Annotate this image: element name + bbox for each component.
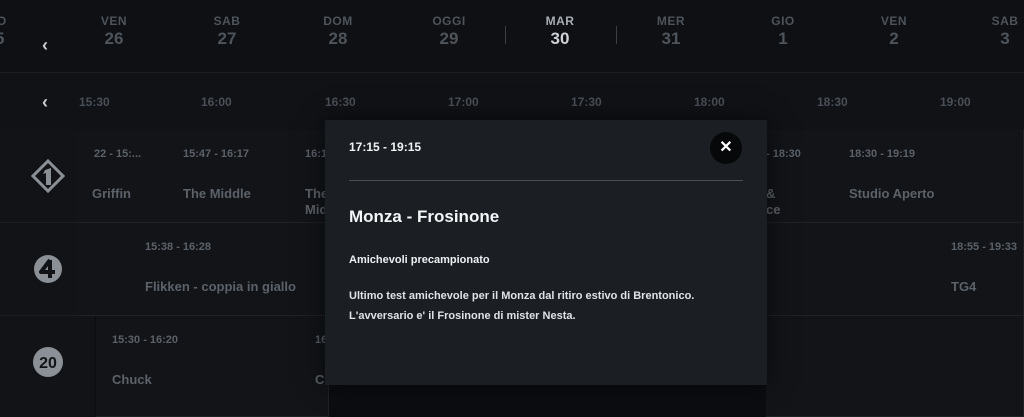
prev-time-arrow[interactable]: ‹ bbox=[42, 93, 48, 111]
program-title: Griffin bbox=[92, 186, 131, 201]
day-name: GIO bbox=[771, 14, 795, 28]
20-logo-icon: 20 bbox=[32, 347, 63, 377]
day-name: MAR bbox=[545, 14, 575, 28]
time-label: 16:00 bbox=[201, 95, 232, 109]
program-cell[interactable]: 15:47 - 16:17 The Middle bbox=[167, 130, 290, 223]
day-number: 26 bbox=[104, 29, 124, 48]
day-partial[interactable]: GIO 25 bbox=[0, 14, 30, 50]
day-number: 3 bbox=[1000, 29, 1010, 48]
day-name: GIO bbox=[0, 14, 7, 28]
day-name: DOM bbox=[323, 14, 353, 28]
program-time: 16:1 bbox=[305, 148, 328, 160]
program-cell[interactable]: 18:30 - 19:19 Studio Aperto bbox=[833, 130, 1024, 223]
modal-divider bbox=[349, 180, 743, 181]
day-number: 1 bbox=[778, 29, 788, 48]
time-label: 17:00 bbox=[448, 95, 479, 109]
modal-time: 17:15 - 19:15 bbox=[349, 140, 422, 154]
day-item[interactable]: VEN 26 bbox=[79, 14, 149, 50]
modal-title: Monza - Frosinone bbox=[349, 207, 500, 226]
modal-subtitle: Amichevoli precampionato bbox=[349, 254, 490, 266]
day-item[interactable]: DOM 28 bbox=[303, 14, 373, 50]
program-time: 18:55 - 19:33 bbox=[951, 241, 1018, 253]
channel-20[interactable]: 20 bbox=[0, 316, 95, 408]
day-number: 30 bbox=[550, 29, 570, 48]
day-name: MER bbox=[656, 14, 686, 28]
day-name: OGGI bbox=[432, 14, 466, 28]
day-number: 31 bbox=[661, 29, 681, 48]
day-separator bbox=[616, 26, 617, 44]
program-cell[interactable]: 15:30 - 16:20 Chuck bbox=[96, 316, 300, 417]
time-label: 18:00 bbox=[694, 95, 725, 109]
time-label: 18:30 bbox=[817, 95, 848, 109]
time-label: 16:30 bbox=[325, 95, 356, 109]
day-number: 2 bbox=[889, 29, 899, 48]
day-item[interactable]: GIO 1 bbox=[748, 14, 818, 50]
program-cell[interactable]: 22 - 15:... Griffin bbox=[78, 130, 168, 223]
program-title: The Middle bbox=[183, 186, 251, 201]
day-number: 29 bbox=[439, 29, 459, 48]
italia1-logo-icon bbox=[30, 159, 65, 193]
program-time: - 18:30 bbox=[766, 148, 801, 160]
close-button[interactable]: ✕ bbox=[710, 132, 742, 164]
day-item[interactable]: MER 31 bbox=[636, 14, 706, 50]
program-cell[interactable] bbox=[766, 223, 936, 316]
time-label: 19:00 bbox=[940, 95, 971, 109]
day-item[interactable]: SAB 27 bbox=[192, 14, 262, 50]
program-title: Chuck bbox=[112, 372, 152, 387]
date-strip: GIO 25 ‹ VEN 26 SAB 27 DOM 28 OGGI 29 MA… bbox=[0, 0, 1024, 72]
program-title: Studio Aperto bbox=[849, 186, 935, 201]
program-cell[interactable]: 15:38 - 16:28 Flikken - coppia in giallo bbox=[129, 223, 329, 316]
program-title: & ce bbox=[766, 186, 781, 217]
svg-text:20: 20 bbox=[39, 355, 57, 372]
modal-description: Ultimo test amichevole per il Monza dal … bbox=[349, 290, 695, 322]
program-time: 18:30 - 19:19 bbox=[849, 148, 916, 160]
close-icon: ✕ bbox=[719, 139, 733, 156]
program-time: 15:30 - 16:20 bbox=[112, 334, 179, 346]
rete4-logo-icon bbox=[33, 255, 62, 283]
day-name: VEN bbox=[880, 14, 908, 28]
day-number: 28 bbox=[328, 29, 348, 48]
day-item[interactable]: SAB 3 bbox=[970, 14, 1024, 50]
program-time: 15:47 - 16:17 bbox=[183, 148, 250, 160]
day-item[interactable]: OGGI 29 bbox=[414, 14, 484, 50]
time-label: 15:30 bbox=[79, 95, 110, 109]
day-item-selected[interactable]: MAR 30 bbox=[525, 14, 595, 50]
program-time: 15:38 - 16:28 bbox=[145, 241, 212, 253]
day-item[interactable]: VEN 2 bbox=[859, 14, 929, 50]
program-title: Flikken - coppia in giallo bbox=[145, 279, 296, 294]
day-name: SAB bbox=[991, 14, 1019, 28]
program-cell[interactable] bbox=[766, 316, 1024, 417]
day-separator bbox=[505, 26, 506, 44]
time-label: 17:30 bbox=[571, 95, 602, 109]
day-name: VEN bbox=[100, 14, 128, 28]
day-number: 25 bbox=[0, 28, 30, 50]
program-detail-modal: 17:15 - 19:15 ✕ Monza - Frosinone Amiche… bbox=[325, 120, 767, 385]
program-cell[interactable] bbox=[78, 223, 130, 316]
program-title: TG4 bbox=[951, 279, 977, 294]
program-cell[interactable]: 18:55 - 19:33 TG4 bbox=[935, 223, 1024, 316]
day-name: SAB bbox=[213, 14, 241, 28]
program-time: 22 - 15:... bbox=[94, 148, 142, 160]
day-number: 27 bbox=[217, 29, 237, 48]
program-title: C bbox=[315, 372, 325, 387]
prev-day-arrow[interactable]: ‹ bbox=[42, 36, 48, 54]
